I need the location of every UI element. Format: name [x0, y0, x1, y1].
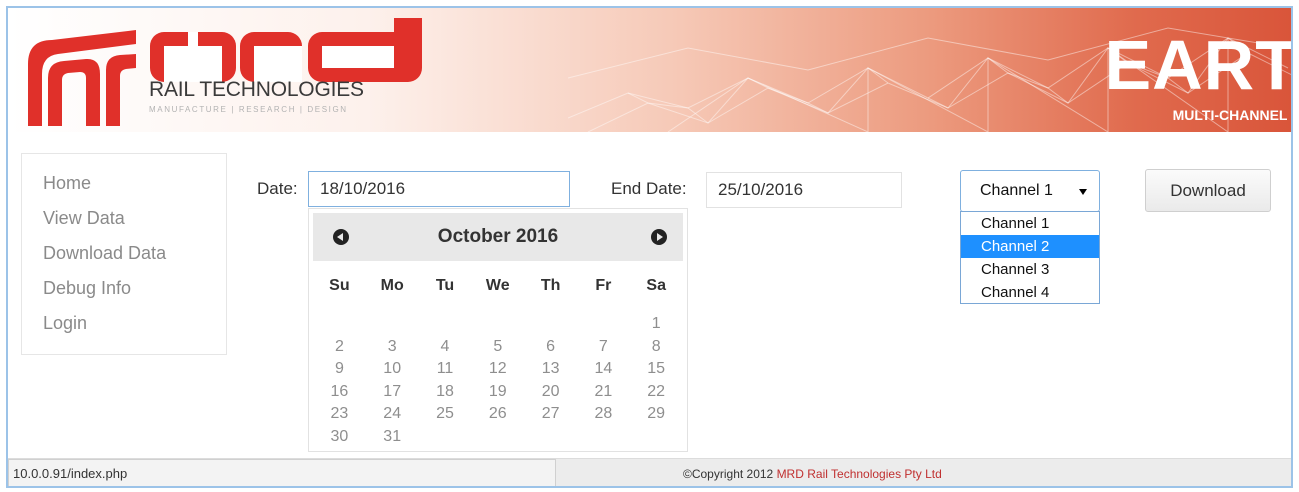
calendar-day[interactable]: 6: [524, 336, 577, 359]
calendar-day[interactable]: 1: [630, 313, 683, 336]
calendar-day[interactable]: 26: [471, 403, 524, 426]
date-input[interactable]: 18/10/2016: [308, 171, 570, 207]
caret-down-icon: [1079, 189, 1087, 195]
channel-dropdown-list: Channel 1 Channel 2 Channel 3 Channel 4: [960, 211, 1100, 304]
calendar-empty-cell: [471, 426, 524, 449]
nav-item-debug-info[interactable]: Debug Info: [22, 271, 226, 306]
calendar-empty-cell: [419, 426, 472, 449]
calendar-day[interactable]: 21: [577, 381, 630, 404]
brand-subtitle: MULTI-CHANNEL I: [1172, 107, 1291, 123]
calendar-day[interactable]: 31: [366, 426, 419, 449]
channel-select[interactable]: Channel 1: [960, 170, 1100, 212]
weekday-label: Su: [329, 277, 350, 294]
channel-select-value: Channel 1: [980, 182, 1053, 199]
calendar-day[interactable]: 10: [366, 358, 419, 381]
calendar-empty-cell: [630, 426, 683, 449]
calendar-day[interactable]: 5: [471, 336, 524, 359]
calendar-day[interactable]: 3: [366, 336, 419, 359]
calendar-day[interactable]: 4: [419, 336, 472, 359]
calendar-week-row: 30 31: [313, 426, 683, 449]
date-label: Date:: [257, 179, 298, 198]
weekday-label: Tu: [435, 277, 455, 294]
mrd-logo-mark-icon: [28, 30, 136, 126]
calendar-day[interactable]: 13: [524, 358, 577, 381]
calendar-day[interactable]: 8: [630, 336, 683, 359]
nav-item-download-data[interactable]: Download Data: [22, 236, 226, 271]
calendar-day[interactable]: 29: [630, 403, 683, 426]
end-date-input[interactable]: 25/10/2016: [706, 172, 902, 208]
copyright-company-link[interactable]: MRD Rail Technologies Pty Ltd: [777, 467, 942, 481]
calendar-day[interactable]: 20: [524, 381, 577, 404]
download-button[interactable]: Download: [1145, 169, 1271, 212]
calendar-day[interactable]: 16: [313, 381, 366, 404]
calendar-empty-cell: [524, 426, 577, 449]
calendar-day[interactable]: 11: [419, 358, 472, 381]
calendar-day[interactable]: 9: [313, 358, 366, 381]
next-month-icon[interactable]: [651, 229, 667, 245]
calendar-day[interactable]: 27: [524, 403, 577, 426]
calendar-day[interactable]: 12: [471, 358, 524, 381]
copyright-prefix: ©Copyright 2012: [683, 467, 777, 481]
weekday-label: Mo: [380, 277, 404, 294]
calendar-empty-cell: [471, 313, 524, 336]
browser-frame: RAIL TECHNOLOGIES MANUFACTURE | RESEARCH…: [6, 6, 1293, 488]
calendar-day[interactable]: 25: [419, 403, 472, 426]
calendar-day[interactable]: 19: [471, 381, 524, 404]
calendar-day[interactable]: 30: [313, 426, 366, 449]
calendar-day[interactable]: 28: [577, 403, 630, 426]
datepicker-calendar: October 2016 Su Mo Tu We Th Fr Sa 1 2 3 4 5 6 7 8 9 10 11…: [308, 208, 688, 452]
calendar-empty-cell: [577, 313, 630, 336]
calendar-week-row: 23 24 25 26 27 28 29: [313, 403, 683, 426]
calendar-week-row: 2345678: [313, 336, 683, 359]
calendar-empty-cell: [419, 313, 472, 336]
brand-title: EART: [1104, 26, 1291, 104]
calendar-empty-cell: [524, 313, 577, 336]
calendar-week-row: 1: [313, 313, 683, 336]
calendar-day[interactable]: 7: [577, 336, 630, 359]
calendar-empty-cell: [577, 426, 630, 449]
calendar-empty-cell: [313, 313, 366, 336]
calendar-day[interactable]: 22: [630, 381, 683, 404]
calendar-day[interactable]: 14: [577, 358, 630, 381]
weekday-label: Sa: [646, 277, 666, 294]
status-bar-url: 10.0.0.91/index.php: [8, 459, 556, 486]
end-date-label: End Date:: [611, 179, 687, 198]
header-banner: RAIL TECHNOLOGIES MANUFACTURE | RESEARCH…: [8, 8, 1291, 132]
calendar-empty-cell: [366, 313, 419, 336]
channel-option[interactable]: Channel 1: [961, 212, 1099, 235]
calendar-grid: Su Mo Tu We Th Fr Sa 1 2 3 4 5 6 7 8 9 10 11 12 13 14 15 16 17 1…: [313, 275, 683, 449]
calendar-week-row: 16 17 18 19 20 21 22: [313, 381, 683, 404]
calendar-day[interactable]: 24: [366, 403, 419, 426]
weekday-label: We: [485, 277, 510, 294]
nav-item-login[interactable]: Login: [22, 306, 226, 341]
logo-subline: MANUFACTURE | RESEARCH | DESIGN: [149, 105, 348, 114]
weekday-label: Fr: [595, 277, 612, 294]
sidebar-nav: Home View Data Download Data Debug Info …: [21, 153, 227, 355]
nav-item-home[interactable]: Home: [22, 166, 226, 201]
weekday-label: Th: [540, 277, 561, 294]
weekday-header-row: Su Mo Tu We Th Fr Sa: [313, 275, 683, 313]
calendar-day[interactable]: 15: [630, 358, 683, 381]
calendar-header: October 2016: [313, 213, 683, 261]
channel-option[interactable]: Channel 3: [961, 258, 1099, 281]
footer: 10.0.0.91/index.php ©Copyright 2012 MRD …: [8, 458, 1291, 486]
calendar-week-row: 9 10 11 12 13 14 15: [313, 358, 683, 381]
logo-tagline: RAIL TECHNOLOGIES: [149, 78, 364, 101]
nav-item-view-data[interactable]: View Data: [22, 201, 226, 236]
calendar-day[interactable]: 17: [366, 381, 419, 404]
calendar-day[interactable]: 18: [419, 381, 472, 404]
calendar-day[interactable]: 23: [313, 403, 366, 426]
copyright-text: ©Copyright 2012 MRD Rail Technologies Pt…: [683, 467, 942, 481]
calendar-day[interactable]: 2: [313, 336, 366, 359]
calendar-month-title: October 2016: [437, 226, 559, 247]
channel-option[interactable]: Channel 2: [961, 235, 1099, 258]
channel-option[interactable]: Channel 4: [961, 281, 1099, 304]
